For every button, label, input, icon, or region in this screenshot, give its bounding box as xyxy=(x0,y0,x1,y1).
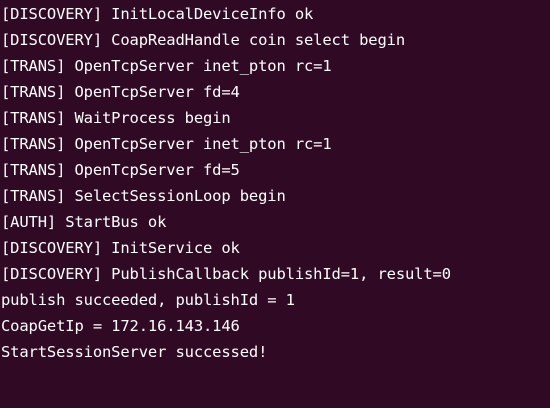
terminal-line: [TRANS] SelectSessionLoop begin xyxy=(1,187,286,205)
terminal-line: [DISCOVERY] InitLocalDeviceInfo ok xyxy=(1,5,314,23)
terminal-line: [DISCOVERY] CoapReadHandle coin select b… xyxy=(1,31,405,49)
terminal-line: [TRANS] OpenTcpServer inet_pton rc=1 xyxy=(1,135,332,153)
terminal-line: StartSessionServer successed! xyxy=(1,343,268,361)
terminal-line: [DISCOVERY] InitService ok xyxy=(1,239,240,257)
terminal-line: CoapGetIp = 172.16.143.146 xyxy=(1,317,240,335)
terminal-line: [AUTH] StartBus ok xyxy=(1,213,167,231)
terminal-line: [DISCOVERY] PublishCallback publishId=1,… xyxy=(1,265,451,283)
terminal-line: publish succeeded, publishId = 1 xyxy=(1,291,295,309)
terminal-line: [TRANS] WaitProcess begin xyxy=(1,109,231,127)
terminal-output[interactable]: [DISCOVERY] InitLocalDeviceInfo ok [DISC… xyxy=(0,0,550,408)
terminal-line: [TRANS] OpenTcpServer fd=5 xyxy=(1,161,240,179)
terminal-line: [TRANS] OpenTcpServer inet_pton rc=1 xyxy=(1,57,332,75)
terminal-line: [TRANS] OpenTcpServer fd=4 xyxy=(1,83,240,101)
